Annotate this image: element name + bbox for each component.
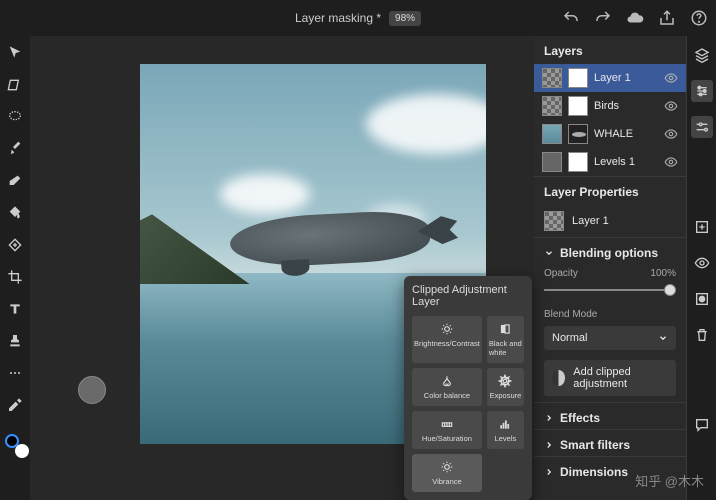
transform-tool-icon[interactable] — [6, 76, 24, 94]
comments-panel-icon[interactable] — [691, 414, 713, 436]
adjustment-brightness-contrast[interactable]: Brightness/Contrast — [412, 316, 482, 363]
visibility-icon[interactable] — [664, 71, 678, 85]
chevron-down-icon — [544, 248, 554, 258]
blending-header[interactable]: Blending options — [534, 237, 686, 264]
blend-mode-label: Blend Mode — [534, 305, 686, 322]
adjustments-panel-icon[interactable] — [691, 116, 713, 138]
adjustment-exposure[interactable]: Exposure — [487, 368, 524, 406]
black-white-icon — [498, 322, 512, 336]
color-swatch[interactable] — [5, 434, 25, 454]
move-tool-icon[interactable] — [6, 44, 24, 62]
type-tool-icon[interactable] — [6, 300, 24, 318]
layer-row[interactable]: WHALE — [534, 120, 686, 148]
tool-rail — [0, 36, 30, 500]
redo-icon[interactable] — [594, 9, 612, 27]
stamp-tool-icon[interactable] — [6, 332, 24, 350]
layer-row[interactable]: Levels 1 — [534, 148, 686, 176]
smart-filters-title: Smart filters — [560, 438, 630, 452]
active-layer: Layer 1 — [534, 205, 686, 237]
opacity-label: Opacity — [544, 268, 578, 279]
layers-panel-icon[interactable] — [691, 44, 713, 66]
eraser-tool-icon[interactable] — [6, 172, 24, 190]
crop-tool-icon[interactable] — [6, 268, 24, 286]
active-layer-name: Layer 1 — [572, 215, 609, 227]
chevron-right-icon — [544, 440, 554, 450]
visibility-icon[interactable] — [664, 155, 678, 169]
zoom-badge[interactable]: 98% — [389, 11, 421, 26]
layer-row[interactable]: Layer 1 — [534, 64, 686, 92]
mask-panel-icon[interactable] — [691, 288, 713, 310]
clipped-adjustment-popup: Clipped Adjustment Layer Brightness/Cont… — [404, 276, 532, 500]
properties-title: Layer Properties — [534, 176, 686, 205]
doc-name: Layer masking * — [295, 11, 381, 25]
brightness-icon — [440, 322, 454, 336]
layer-name: Levels 1 — [594, 156, 658, 168]
help-icon[interactable] — [690, 9, 708, 27]
adjustment-black-white[interactable]: Black and white — [487, 316, 524, 363]
layers-title: Layers — [534, 36, 686, 64]
visibility-panel-icon[interactable] — [691, 252, 713, 274]
visibility-icon[interactable] — [664, 99, 678, 113]
lasso-tool-icon[interactable] — [6, 108, 24, 126]
layer-name: WHALE — [594, 128, 658, 140]
watermark: 知乎 @木木 — [635, 471, 704, 490]
effects-title: Effects — [560, 411, 600, 425]
chevron-right-icon — [544, 467, 554, 477]
add-clipped-label: Add clipped adjustment — [573, 366, 668, 390]
effects-header[interactable]: Effects — [534, 402, 686, 429]
right-rail — [686, 36, 716, 500]
opacity-slider[interactable] — [544, 283, 676, 297]
smart-filters-header[interactable]: Smart filters — [534, 429, 686, 456]
cloud-icon[interactable] — [626, 9, 644, 27]
chevron-down-icon — [658, 333, 668, 343]
blending-title: Blending options — [560, 246, 658, 260]
brush-preview-icon[interactable] — [78, 376, 106, 404]
dimensions-title: Dimensions — [560, 465, 628, 479]
document-title: Layer masking * 98% — [295, 11, 421, 26]
blend-mode-value: Normal — [552, 332, 587, 344]
brush-tool-icon[interactable] — [6, 140, 24, 158]
hue-saturation-icon — [440, 417, 454, 431]
properties-panel: Layers Layer 1 Birds WHALE Levels 1 Laye… — [534, 36, 686, 500]
adjustment-vibrance[interactable]: Vibrance — [412, 454, 482, 492]
adjustment-levels[interactable]: Levels — [487, 411, 524, 449]
share-icon[interactable] — [658, 9, 676, 27]
exposure-icon — [498, 374, 512, 388]
fill-tool-icon[interactable] — [6, 204, 24, 222]
adjustment-hue-saturation[interactable]: Hue/Saturation — [412, 411, 482, 449]
add-layer-icon[interactable] — [691, 216, 713, 238]
popup-title: Clipped Adjustment Layer — [412, 284, 524, 308]
levels-icon — [498, 417, 512, 431]
add-clipped-adjustment-button[interactable]: Add clipped adjustment — [544, 360, 676, 396]
adjustment-color-balance[interactable]: Color balance — [412, 368, 482, 406]
color-balance-icon — [440, 374, 454, 388]
more-tools-icon[interactable] — [6, 364, 24, 382]
adjustment-icon — [552, 370, 565, 386]
layer-row[interactable]: Birds — [534, 92, 686, 120]
opacity-value: 100% — [650, 268, 676, 279]
blend-mode-select[interactable]: Normal — [544, 326, 676, 350]
delete-panel-icon[interactable] — [691, 324, 713, 346]
vibrance-icon — [440, 460, 454, 474]
chevron-right-icon — [544, 413, 554, 423]
undo-icon[interactable] — [562, 9, 580, 27]
eyedropper-tool-icon[interactable] — [6, 396, 24, 414]
topbar: Layer masking * 98% — [0, 0, 716, 36]
layer-name: Birds — [594, 100, 658, 112]
visibility-icon[interactable] — [664, 127, 678, 141]
properties-panel-icon[interactable] — [691, 80, 713, 102]
layer-name: Layer 1 — [594, 72, 658, 84]
heal-tool-icon[interactable] — [6, 236, 24, 254]
